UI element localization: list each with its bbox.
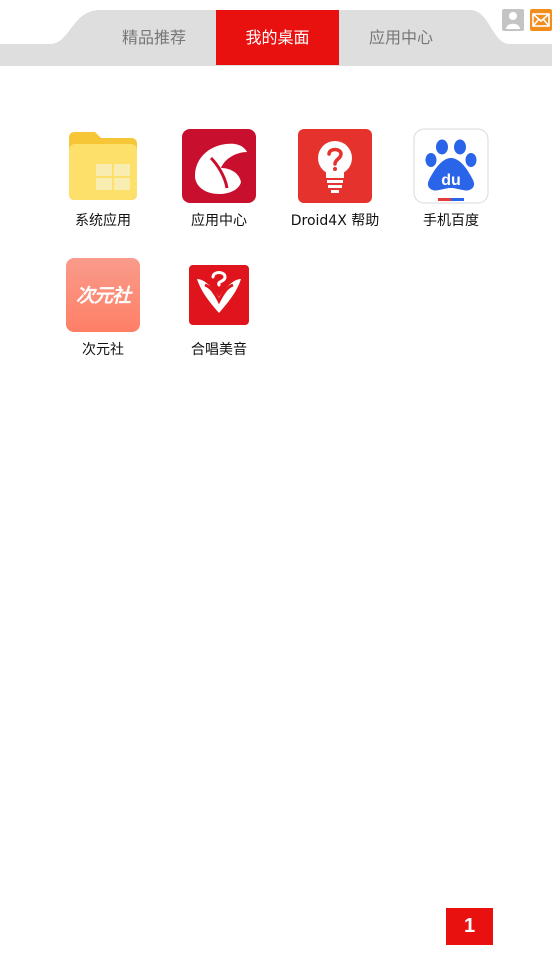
app-label: 合唱美音: [191, 342, 247, 358]
baidu-paw-icon: du: [413, 128, 489, 204]
app-label: Droid4X 帮助: [290, 213, 380, 229]
user-icon: [506, 12, 520, 29]
chorus-icon: [181, 257, 257, 333]
ciyuanshe-logo-text: 次元社: [75, 285, 131, 307]
user-button[interactable]: [502, 9, 524, 31]
top-tab-bar: 精品推荐 我的桌面 应用中心: [0, 0, 552, 66]
app-droid4x-help[interactable]: Droid4X 帮助: [276, 128, 394, 230]
tab-recommended[interactable]: 精品推荐: [94, 10, 214, 65]
app-mobile-baidu[interactable]: du 手机百度: [392, 128, 510, 230]
app-label: 手机百度: [423, 213, 479, 229]
tab-app-center[interactable]: 应用中心: [341, 10, 461, 65]
page-indicator[interactable]: 1: [446, 908, 493, 945]
app-label: 次元社: [82, 342, 124, 358]
mail-icon: [532, 13, 550, 27]
app-system-apps[interactable]: 系统应用: [44, 128, 162, 230]
mail-button[interactable]: [530, 9, 552, 31]
ciyuanshe-icon: 次元社: [65, 257, 141, 333]
help-bulb-icon: [297, 128, 373, 204]
app-app-center[interactable]: 应用中心: [160, 128, 278, 230]
tab-my-desktop[interactable]: 我的桌面: [216, 10, 339, 65]
app-chorus[interactable]: 合唱美音: [160, 257, 278, 359]
app-ciyuanshe[interactable]: 次元社 次元社: [44, 257, 162, 359]
app-label: 系统应用: [75, 213, 131, 229]
app-label: 应用中心: [191, 213, 247, 229]
svg-text:du: du: [441, 172, 461, 189]
folder-icon: [65, 128, 141, 204]
app-center-icon: [181, 128, 257, 204]
